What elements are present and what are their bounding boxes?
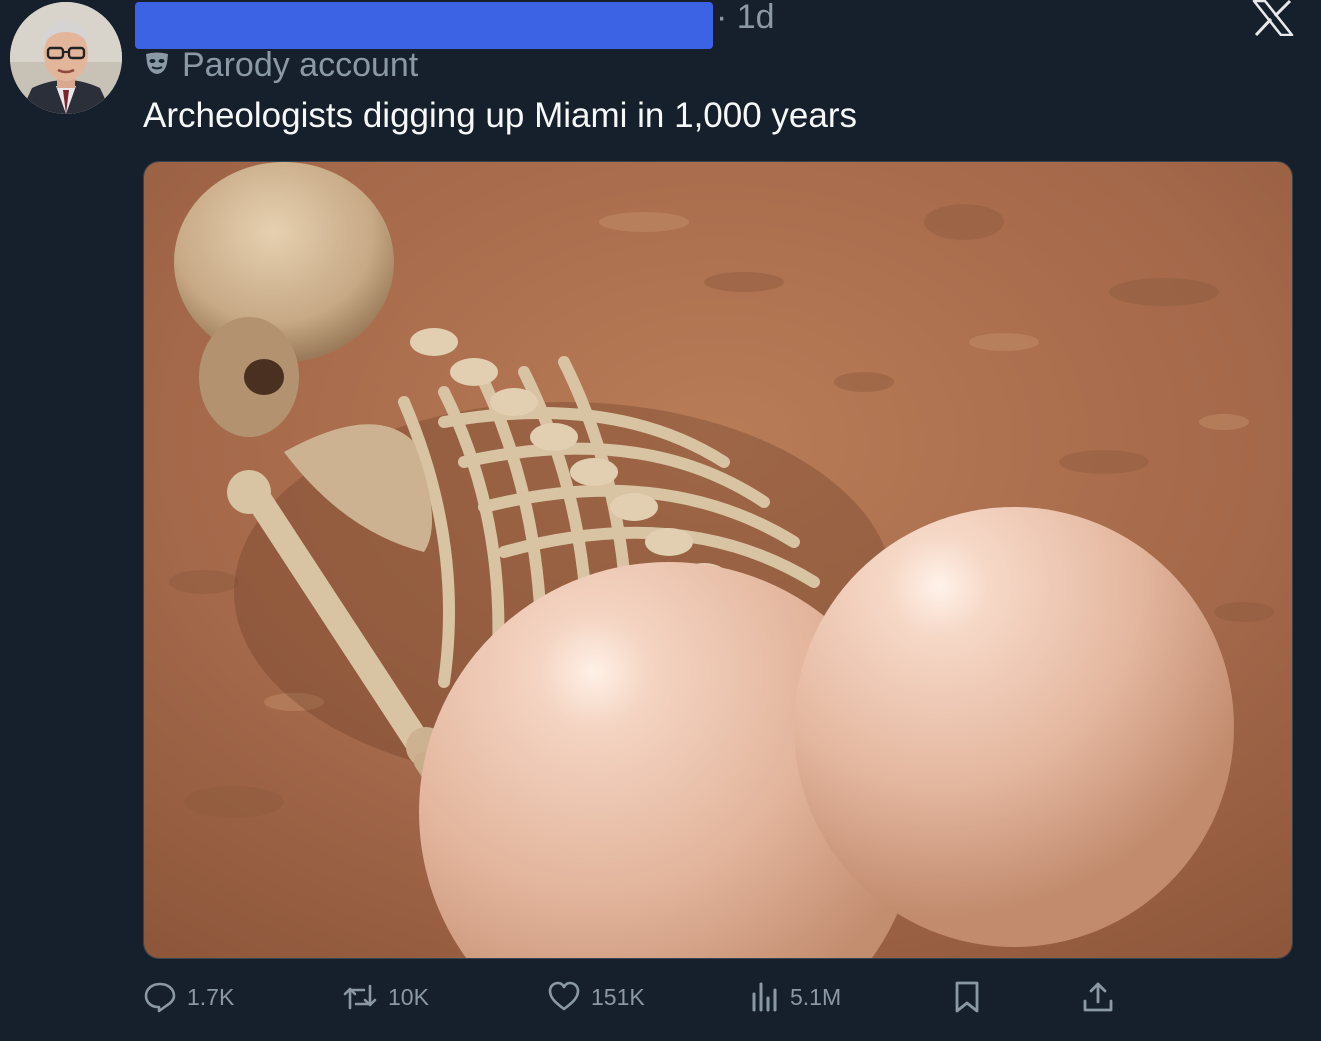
views-icon bbox=[750, 980, 780, 1014]
tweet-text: Archeologists digging up Miami in 1,000 … bbox=[143, 96, 857, 135]
x-logo-icon bbox=[1252, 0, 1294, 37]
avatar[interactable] bbox=[10, 2, 122, 114]
mask-icon bbox=[144, 51, 170, 80]
share-button[interactable] bbox=[1082, 980, 1114, 1014]
reply-icon bbox=[143, 980, 177, 1014]
reply-count: 1.7K bbox=[187, 983, 235, 1010]
tweet: · 1d Parody account Archeologists diggin… bbox=[0, 0, 1321, 1041]
timestamp[interactable]: · 1d bbox=[716, 0, 775, 37]
repost-icon bbox=[342, 980, 378, 1014]
views-count: 5.1M bbox=[790, 983, 842, 1010]
repost-count: 10K bbox=[388, 983, 429, 1010]
redacted-username bbox=[135, 2, 713, 49]
like-button[interactable]: 151K bbox=[547, 980, 645, 1014]
repost-button[interactable]: 10K bbox=[342, 980, 429, 1014]
parody-account-text: Parody account bbox=[182, 46, 419, 84]
like-count: 151K bbox=[591, 983, 645, 1010]
views-button[interactable]: 5.1M bbox=[750, 980, 841, 1014]
bookmark-icon bbox=[953, 980, 981, 1014]
action-bar: 1.7K 10K 151K 5.1M bbox=[0, 980, 1321, 1022]
parody-label: Parody account bbox=[144, 46, 418, 85]
bookmark-button[interactable] bbox=[953, 980, 981, 1014]
tweet-media-image[interactable] bbox=[143, 161, 1293, 959]
share-icon bbox=[1082, 980, 1114, 1014]
reply-button[interactable]: 1.7K bbox=[143, 980, 234, 1014]
heart-icon bbox=[547, 980, 581, 1014]
